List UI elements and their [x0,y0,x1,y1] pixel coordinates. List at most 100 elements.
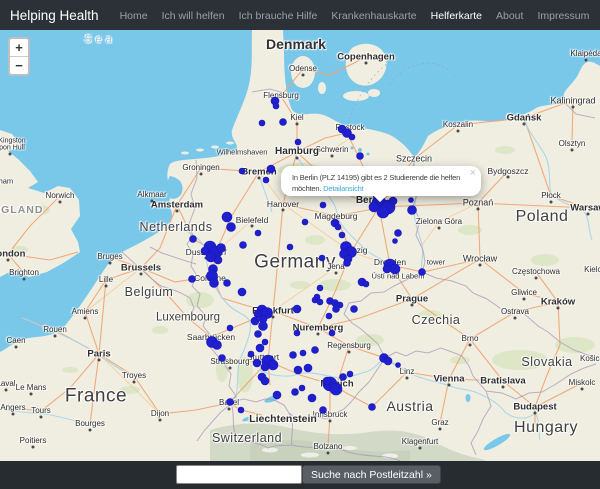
helper-marker[interactable] [332,305,340,313]
helper-marker[interactable] [260,376,270,386]
helper-marker[interactable] [307,393,317,403]
helper-marker[interactable] [356,152,364,160]
helper-marker[interactable] [392,238,398,244]
nav-link[interactable]: Home [113,10,155,22]
helper-marker[interactable] [279,118,287,126]
helper-marker[interactable] [226,324,234,332]
helper-marker[interactable] [334,223,342,231]
postcode-input[interactable] [176,465,302,484]
helper-marker[interactable] [267,359,279,371]
helper-marker[interactable] [346,370,354,378]
helper-marker[interactable] [272,390,282,400]
helper-marker[interactable] [237,406,245,414]
nav-item-l-3: Krankenhauskarte [324,6,423,24]
helper-marker[interactable] [254,330,262,338]
helper-marker[interactable] [311,346,319,354]
helper-marker[interactable] [250,316,260,326]
helper-marker[interactable] [395,362,401,368]
search-bar: Suche nach Postleitzahl » [0,461,600,489]
nav-link[interactable]: Ich will helfen [155,10,232,22]
popup-close-button[interactable]: × [470,167,476,179]
helper-marker[interactable] [237,287,247,297]
helper-marker[interactable] [262,176,270,184]
helper-marker[interactable] [325,312,333,320]
helper-marker[interactable] [294,138,302,146]
helper-marker[interactable] [343,259,351,267]
helper-marker[interactable] [255,343,265,353]
helper-markers-layer[interactable] [0,30,600,461]
helper-marker[interactable] [368,201,380,213]
helper-marker[interactable] [318,254,326,262]
nav-link[interactable]: Impressum [530,10,596,22]
nav-link[interactable]: Helferkarte [424,10,489,22]
helper-marker[interactable] [213,255,223,265]
helper-marker[interactable] [223,279,231,287]
helper-marker[interactable] [362,280,370,288]
nav-link[interactable]: Ich brauche Hilfe [232,10,325,22]
nav-link[interactable]: Krankenhauskarte [324,10,423,22]
zoom-in-button[interactable]: + [10,39,28,57]
helper-marker[interactable] [212,340,222,350]
helper-marker[interactable] [407,205,417,215]
zoom-out-button[interactable]: − [10,57,28,74]
helper-marker[interactable] [238,167,246,175]
helper-marker[interactable] [258,119,266,127]
helper-marker[interactable] [218,354,226,362]
detail-view-link[interactable]: Detailansicht [323,184,364,193]
popup-text-line2: möchten. [292,184,322,193]
helper-marker[interactable] [188,275,196,283]
helper-marker[interactable] [293,329,301,337]
helper-marker[interactable] [260,362,270,372]
helper-marker[interactable] [258,321,268,331]
helper-marker[interactable] [316,298,324,306]
helper-marker[interactable] [261,338,269,346]
helper-marker[interactable] [293,365,303,375]
helper-marker[interactable] [239,241,247,249]
helper-marker[interactable] [350,305,358,313]
helper-marker[interactable] [289,351,297,359]
helper-marker[interactable] [286,243,294,251]
helper-marker[interactable] [272,102,280,110]
helper-marker[interactable] [292,304,302,314]
helper-marker[interactable] [338,231,346,239]
helper-marker[interactable] [247,350,255,358]
helper-marker[interactable] [189,235,197,243]
helper-marker[interactable] [298,384,306,392]
helper-marker[interactable] [254,229,262,237]
helper-marker[interactable] [266,164,276,174]
helper-marker[interactable] [226,398,234,406]
helper-marker[interactable] [382,264,392,274]
helper-marker[interactable] [216,243,226,253]
helper-marker[interactable] [394,229,402,237]
helper-marker[interactable] [252,358,262,368]
helper-marker[interactable] [221,211,233,223]
zoom-control: + − [8,37,30,76]
helper-marker[interactable] [328,329,336,337]
helper-marker[interactable] [368,403,376,411]
helper-marker[interactable] [329,382,343,396]
helper-marker[interactable] [316,284,324,292]
nav-item-l-0: Home [113,6,155,24]
helper-marker[interactable] [226,222,236,232]
helper-marker[interactable] [322,376,332,386]
helper-marker[interactable] [301,218,309,226]
helper-marker[interactable] [319,201,327,209]
helper-marker[interactable] [303,363,313,373]
helper-map[interactable]: Sea Denmark Copenhagen Odense Klaipėda Kalini… [0,30,600,461]
nav-link[interactable]: About [489,10,530,22]
nav-menu-right: About Impressum [489,6,596,24]
postcode-search-button[interactable]: Suche nach Postleitzahl » [302,465,441,484]
helper-marker[interactable] [339,373,347,381]
helper-marker[interactable] [418,268,426,276]
helper-marker[interactable] [299,349,307,357]
nav-item-l-1: Ich will helfen [155,6,232,24]
helper-marker[interactable] [389,263,401,275]
helper-marker[interactable] [319,406,327,414]
helper-marker[interactable] [291,388,299,396]
helper-marker[interactable] [348,133,356,141]
helper-marker[interactable] [209,278,219,288]
helper-marker[interactable] [383,356,393,366]
nav-item-r-1: Impressum [530,6,596,24]
helper-marker[interactable] [200,246,210,256]
nav-item-r-0: About [489,6,530,24]
